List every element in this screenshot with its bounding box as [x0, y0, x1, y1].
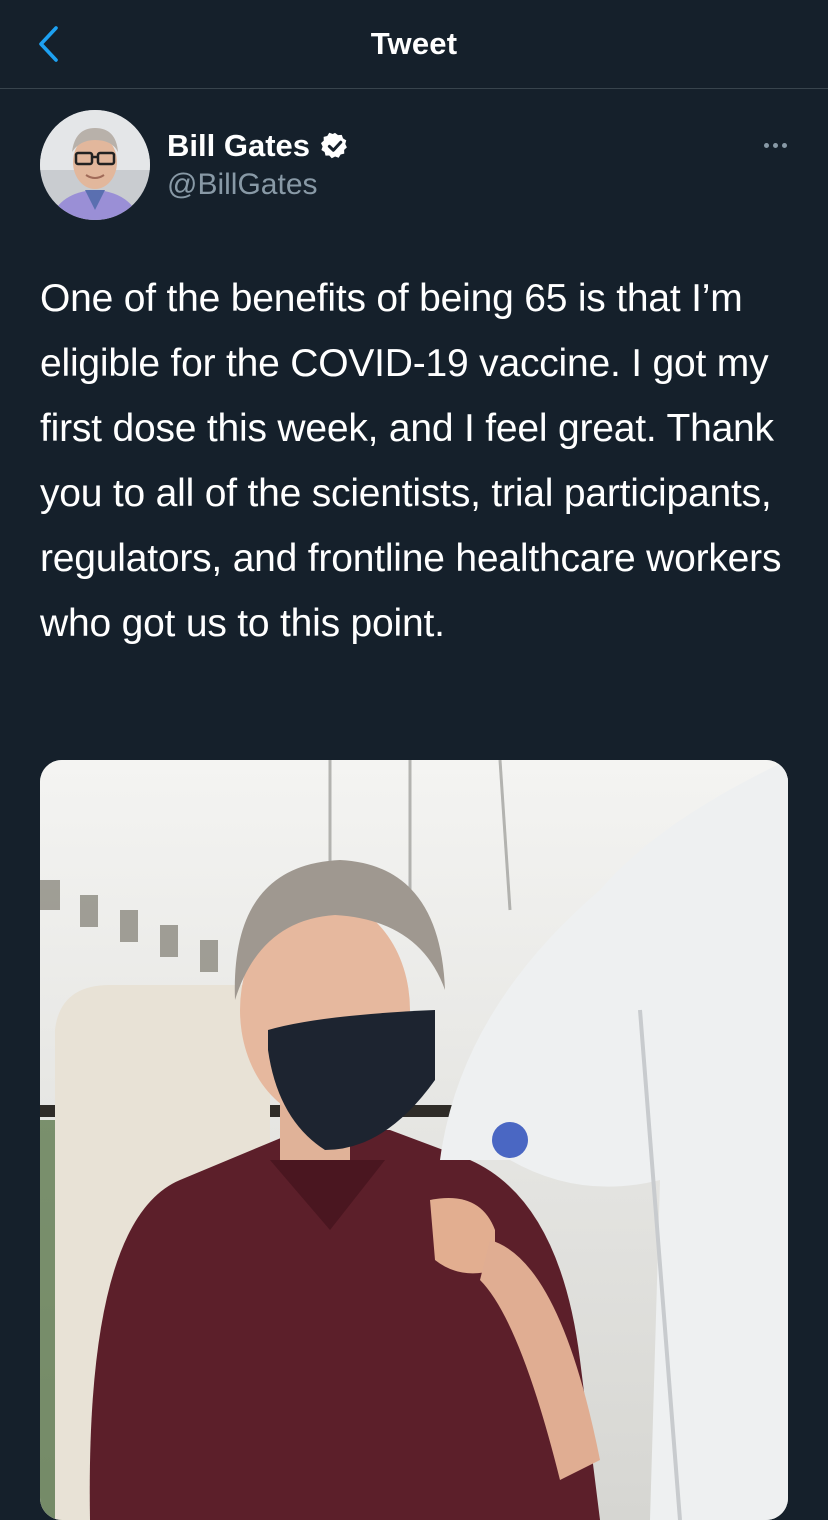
tweet-header: Bill Gates @BillGates	[40, 110, 800, 222]
verified-badge-icon	[320, 131, 350, 161]
tweet-text: One of the benefits of being 65 is that …	[40, 277, 782, 645]
more-options-button[interactable]	[750, 130, 800, 160]
author-display-name[interactable]: Bill Gates	[167, 128, 310, 164]
more-options-icon	[763, 142, 769, 148]
top-nav-bar: Tweet	[0, 0, 828, 89]
author-handle[interactable]: @BillGates	[167, 168, 318, 202]
tweet-photo[interactable]	[40, 760, 788, 1520]
avatar[interactable]	[40, 110, 150, 220]
author-name-row: Bill Gates	[167, 128, 350, 164]
page-title: Tweet	[370, 26, 458, 61]
